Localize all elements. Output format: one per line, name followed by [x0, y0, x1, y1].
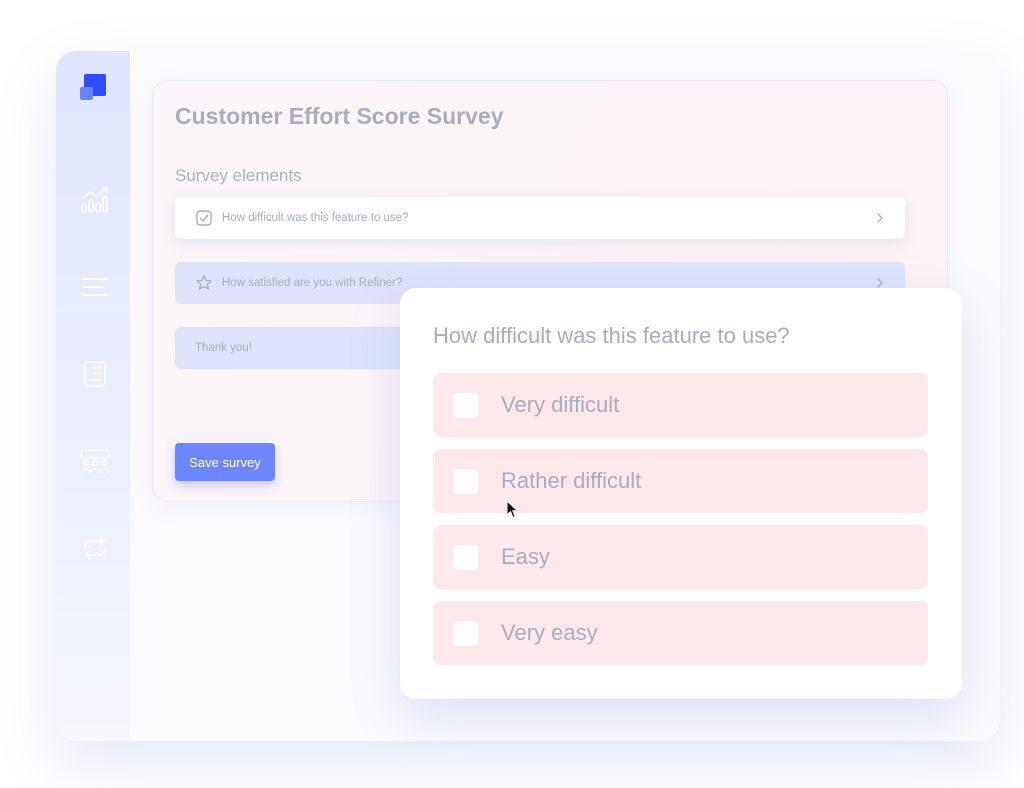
- survey-element-label: How difficult was this feature to use?: [222, 212, 409, 224]
- page-title: Customer Effort Score Survey: [175, 103, 504, 129]
- option-label: Easy: [501, 544, 550, 569]
- users-icon[interactable]: [78, 444, 112, 478]
- option-very-difficult[interactable]: Very difficult: [433, 373, 928, 437]
- option-checkbox[interactable]: [453, 620, 478, 646]
- option-label: Rather difficult: [501, 468, 642, 493]
- option-label: Very easy: [501, 620, 598, 645]
- star-icon: [195, 274, 213, 292]
- survey-element-label: How satisfied are you with Refiner?: [222, 277, 403, 289]
- option-very-easy[interactable]: Very easy: [433, 601, 928, 665]
- chart-icon[interactable]: [78, 183, 112, 217]
- option-label: Very difficult: [501, 392, 620, 417]
- chevron-right-icon: [875, 212, 885, 224]
- sidebar: [56, 51, 130, 741]
- option-checkbox[interactable]: [453, 544, 478, 570]
- option-checkbox[interactable]: [453, 468, 478, 494]
- checkbox-icon: [195, 209, 213, 227]
- mouse-cursor-icon: [506, 500, 519, 519]
- logo-square-front: [80, 87, 93, 100]
- save-survey-button[interactable]: Save survey: [175, 443, 275, 481]
- survey-element-label: Thank you!: [195, 342, 252, 354]
- section-label: Survey elements: [175, 166, 302, 185]
- option-easy[interactable]: Easy: [433, 525, 928, 589]
- popup-question: How difficult was this feature to use?: [433, 323, 790, 348]
- question-preview-popup: How difficult was this feature to use? V…: [400, 288, 962, 699]
- sync-icon[interactable]: [78, 531, 112, 565]
- option-checkbox[interactable]: [453, 392, 478, 418]
- list-icon[interactable]: [78, 357, 112, 391]
- survey-element-question-1[interactable]: How difficult was this feature to use?: [175, 197, 905, 239]
- menu-icon[interactable]: [78, 270, 112, 304]
- logo: [80, 74, 106, 100]
